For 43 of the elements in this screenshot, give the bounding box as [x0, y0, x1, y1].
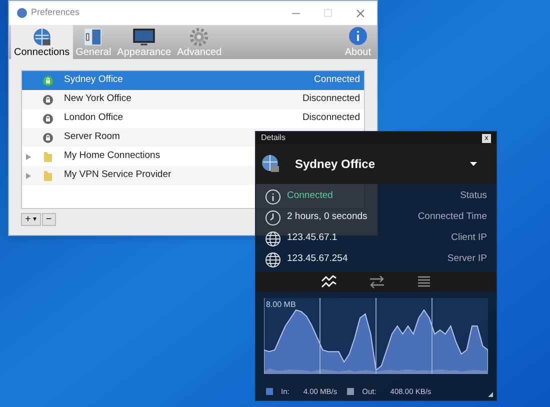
app-icon: [17, 8, 27, 18]
info-icon: [265, 188, 281, 204]
info-label: Server IP: [447, 252, 487, 266]
connection-row[interactable]: New York Office Disconnected: [22, 90, 364, 109]
graph-icon: [321, 275, 337, 289]
info-value: 123.45.67.1: [287, 231, 338, 246]
info-label: Client IP: [451, 231, 487, 246]
connection-name: London Office: [64, 111, 123, 126]
close-icon[interactable]: [356, 8, 365, 18]
expand-arrow-icon[interactable]: [26, 154, 30, 160]
connection-name: New York Office: [64, 92, 132, 106]
connection-status: Disconnected: [302, 111, 360, 126]
folder-icon: [43, 170, 53, 182]
list-icon: [417, 275, 431, 289]
minimize-icon[interactable]: [292, 12, 300, 14]
scale-label: 8.00 MB: [266, 299, 296, 311]
globe-icon: [265, 230, 281, 246]
info-value: 2 hours, 0 seconds: [287, 210, 368, 224]
view-tab[interactable]: [319, 275, 339, 289]
connection-name: My VPN Service Provider: [64, 168, 172, 182]
window-title: Preferences: [31, 6, 80, 20]
resize-grip-icon[interactable]: [487, 391, 494, 398]
info-label: Connected Time: [418, 210, 487, 224]
remove-button[interactable]: −: [42, 213, 56, 226]
info-icon: [348, 27, 368, 45]
globe-icon: [265, 252, 281, 268]
connection-name: My Home Connections: [64, 149, 160, 164]
info-label: Status: [460, 189, 487, 204]
connection-status: Disconnected: [302, 92, 360, 106]
info-value: 123.45.67.254: [287, 252, 348, 266]
connection-name: Server Room: [64, 130, 120, 144]
connection-name: Sydney Office: [64, 73, 123, 88]
connection-row[interactable]: Sydney Office Connected: [22, 71, 364, 90]
folder-icon: [43, 150, 53, 162]
clock-icon: [265, 210, 281, 226]
connection-status: Connected: [314, 73, 360, 88]
toolbar-tab[interactable]: Connections: [11, 25, 73, 59]
swap-arrows-icon: [369, 275, 385, 289]
dropdown-caret-icon[interactable]: [469, 160, 477, 168]
window-title: Details: [261, 132, 286, 144]
expand-arrow-icon[interactable]: [26, 172, 30, 178]
globe-icon: [261, 154, 281, 174]
info-value: Connected: [287, 189, 333, 204]
